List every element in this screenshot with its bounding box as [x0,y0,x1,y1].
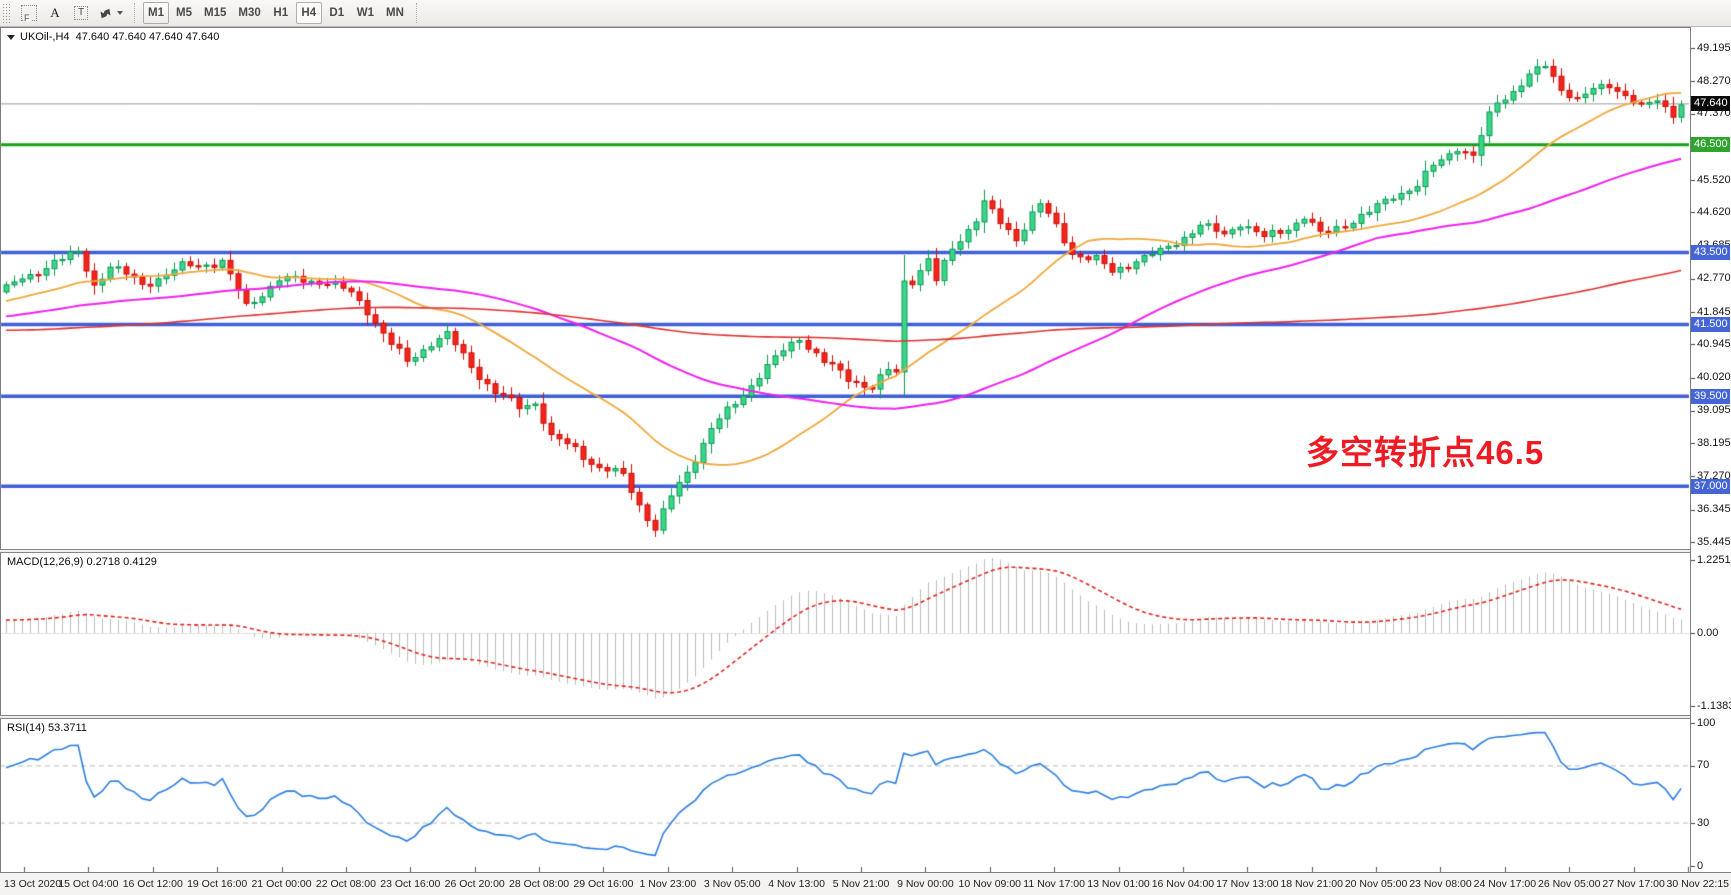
rsi-indicator-label: RSI(14) 53.3711 [7,722,87,734]
chart-annotation: 多空转折点46.5 [1306,426,1544,474]
mt4-window: F A T M1M5M15M30H1H4D1W1MN UKOil-,H4 47.… [0,0,1731,895]
chart-symbol-title[interactable]: UKOil-,H4 47.640 47.640 47.640 47.640 [7,31,219,43]
symbol-title-text: UKOil-,H4 47.640 47.640 47.640 47.640 [20,31,219,43]
collapse-triangle-icon [7,35,15,40]
macd-indicator-label: MACD(12,26,9) 0.2718 0.4129 [7,556,157,568]
time-axis [0,872,1731,895]
